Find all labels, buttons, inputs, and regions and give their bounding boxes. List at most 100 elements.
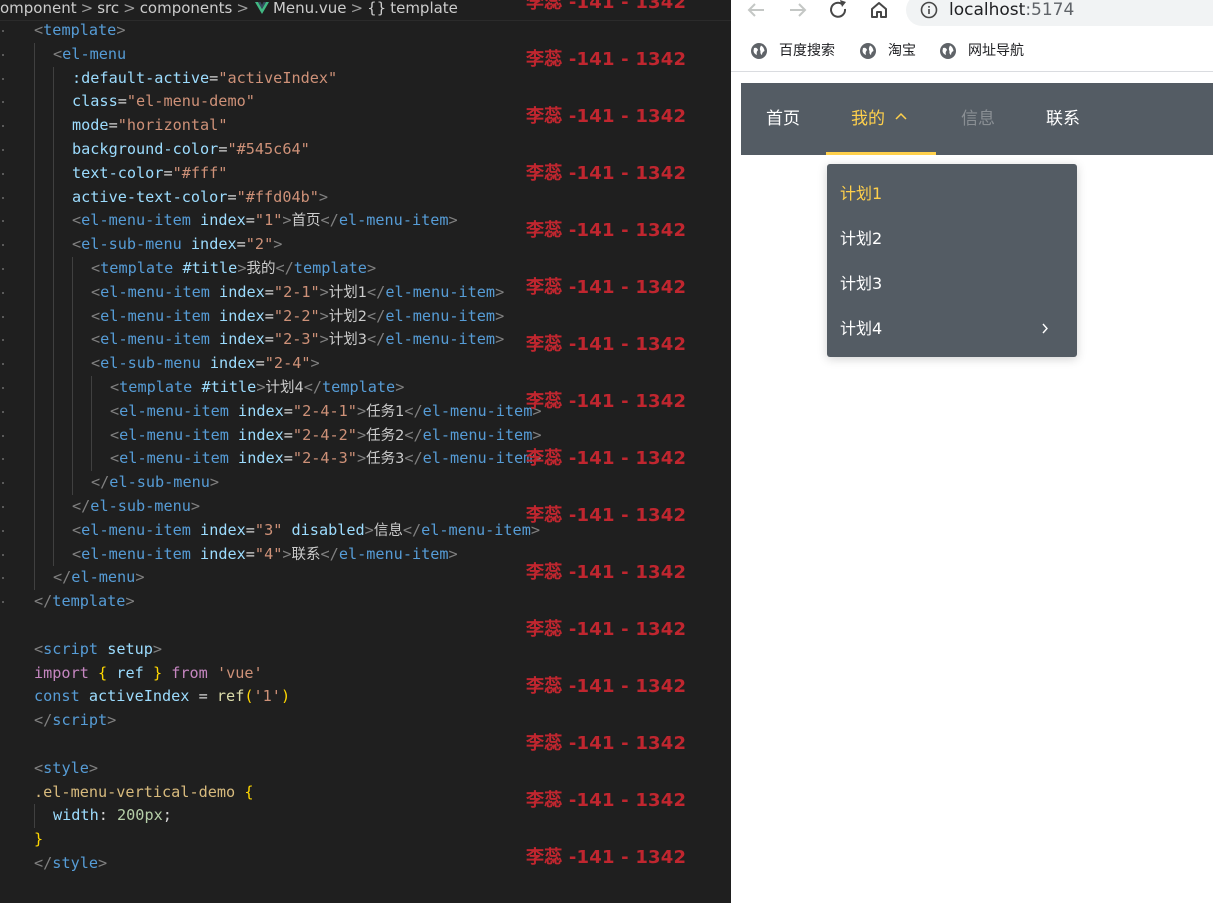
code-token: width bbox=[53, 806, 99, 825]
code-token: < bbox=[110, 401, 120, 420]
code-line[interactable]: </template> bbox=[0, 590, 731, 614]
code-token: < bbox=[34, 758, 44, 777]
indent-guide bbox=[34, 328, 35, 353]
breadcrumb-folder-src[interactable]: src bbox=[97, 0, 119, 16]
indent-guide bbox=[53, 352, 54, 376]
code-line[interactable]: </el-sub-menu> bbox=[0, 471, 731, 495]
code-token: style bbox=[43, 758, 89, 777]
fold-marker bbox=[2, 125, 4, 128]
code-text: </el-menu> bbox=[53, 566, 144, 590]
indent-guide bbox=[53, 542, 54, 567]
code-line[interactable]: <style> bbox=[0, 757, 731, 781]
indent-guide bbox=[53, 233, 54, 257]
code-token: : bbox=[98, 806, 118, 825]
bookmark-taobao[interactable]: 淘宝 bbox=[860, 40, 930, 62]
breadcrumb-folder-components[interactable]: components bbox=[140, 0, 233, 16]
url-text[interactable]: localhost:5174 bbox=[949, 0, 1074, 20]
indent-guide bbox=[53, 137, 54, 162]
code-token: </ bbox=[303, 377, 323, 396]
fold-marker bbox=[2, 529, 4, 532]
dropdown-item-plan-3[interactable]: 计划3 bbox=[827, 261, 1077, 306]
code-token: "el-menu-demo" bbox=[126, 92, 255, 111]
code-token: active-text-color bbox=[72, 187, 228, 206]
code-token: el-menu-item bbox=[338, 211, 449, 230]
indent-guide bbox=[34, 447, 35, 472]
code-token: .el-menu-vertical-demo bbox=[34, 782, 236, 801]
site-info-icon[interactable] bbox=[920, 1, 938, 19]
code-line[interactable]: <template> bbox=[0, 19, 731, 43]
code-text: </el-sub-menu> bbox=[91, 471, 219, 495]
bookmark-baidu-search[interactable]: 百度搜索 bbox=[751, 40, 851, 62]
menu-item-home[interactable]: 首页 bbox=[766, 83, 800, 155]
indent-guide bbox=[34, 375, 35, 400]
code-line[interactable]: <script setup> bbox=[0, 638, 731, 662]
code-token: = bbox=[209, 68, 219, 87]
code-token: script bbox=[52, 711, 108, 730]
code-token: import bbox=[34, 663, 89, 682]
code-text: <el-menu-item index="2-4-3">任务3</el-menu… bbox=[110, 447, 542, 472]
code-token: > bbox=[273, 235, 283, 254]
code-token: < bbox=[91, 306, 101, 325]
breadcrumb-file-menu-vue[interactable]: Menu.vue bbox=[273, 0, 347, 16]
indent-guide bbox=[34, 42, 35, 67]
menu-item-contact[interactable]: 联系 bbox=[1046, 83, 1080, 155]
code-text: <el-menu bbox=[53, 43, 126, 67]
code-token: > bbox=[116, 21, 126, 39]
code-token: 任务1 bbox=[366, 403, 405, 420]
code-text: active-text-color="#ffd04b"> bbox=[72, 186, 328, 210]
submenu-mine[interactable]: 我的 bbox=[851, 83, 907, 155]
code-token: < bbox=[91, 330, 101, 349]
home-icon[interactable] bbox=[866, 0, 892, 20]
indent-guide bbox=[53, 66, 54, 91]
reload-icon[interactable] bbox=[826, 0, 852, 20]
code-token: < bbox=[34, 21, 44, 39]
globe-icon bbox=[751, 43, 767, 59]
indent-guide bbox=[91, 447, 92, 472]
indent-guide bbox=[72, 256, 73, 281]
watermark-text: 李蕊 -141 - 1342 bbox=[526, 733, 687, 754]
code-token: #title bbox=[201, 377, 257, 396]
menu-item-info-disabled: 信息 bbox=[961, 109, 995, 129]
submenu-title: 我的 bbox=[851, 109, 885, 129]
watermark-text: 李蕊 -141 - 1342 bbox=[526, 0, 687, 13]
dropdown-item-plan-2[interactable]: 计划2 bbox=[827, 216, 1077, 261]
breadcrumb-folder-omponent[interactable]: omponent bbox=[0, 0, 77, 16]
code-token: 首页 bbox=[291, 213, 321, 230]
bookmark-url-navigation[interactable]: 网址导航 bbox=[940, 40, 1040, 62]
indent-guide bbox=[34, 90, 35, 115]
code-text: } bbox=[34, 828, 43, 852]
indent-guide bbox=[34, 256, 35, 281]
watermark-text: 李蕊 -141 - 1342 bbox=[526, 334, 687, 355]
code-token: index bbox=[219, 282, 265, 301]
code-text: <template #title>计划4</template> bbox=[110, 376, 404, 401]
dropdown-item-plan-1[interactable]: 计划1 bbox=[827, 171, 1077, 216]
code-token: template bbox=[119, 377, 193, 396]
code-text: <el-menu-item index="4">联系</el-menu-item… bbox=[72, 543, 458, 568]
code-text: <el-menu-item index="2-4-1">任务1</el-menu… bbox=[110, 400, 542, 425]
code-text: </template> bbox=[34, 590, 135, 614]
breadcrumb-symbol-template[interactable]: template bbox=[390, 0, 458, 16]
code-text: <style> bbox=[34, 757, 98, 781]
code-token: el-menu-item bbox=[119, 425, 229, 444]
code-token: > bbox=[356, 401, 367, 420]
code-line[interactable]: active-text-color="#ffd04b"> bbox=[0, 185, 731, 210]
indent-guide bbox=[72, 375, 73, 400]
code-token: > bbox=[448, 211, 458, 230]
code-token: = bbox=[245, 520, 255, 539]
code-token: > bbox=[364, 520, 374, 539]
indent-guide bbox=[72, 352, 73, 376]
forward-arrow-icon[interactable] bbox=[785, 0, 811, 20]
code-token: el-menu-item bbox=[385, 330, 496, 349]
code-token: 信息 bbox=[373, 522, 403, 539]
code-token: < bbox=[72, 211, 82, 230]
back-arrow-icon[interactable] bbox=[743, 0, 769, 20]
code-line[interactable]: <el-menu-item index="2-2">计划2</el-menu-i… bbox=[0, 304, 731, 329]
dropdown-submenu-plan-4[interactable]: 计划4 bbox=[827, 306, 1077, 351]
fold-marker bbox=[2, 196, 4, 199]
dropdown-item-label: 计划2 bbox=[840, 229, 883, 248]
code-token: "2" bbox=[245, 235, 274, 254]
